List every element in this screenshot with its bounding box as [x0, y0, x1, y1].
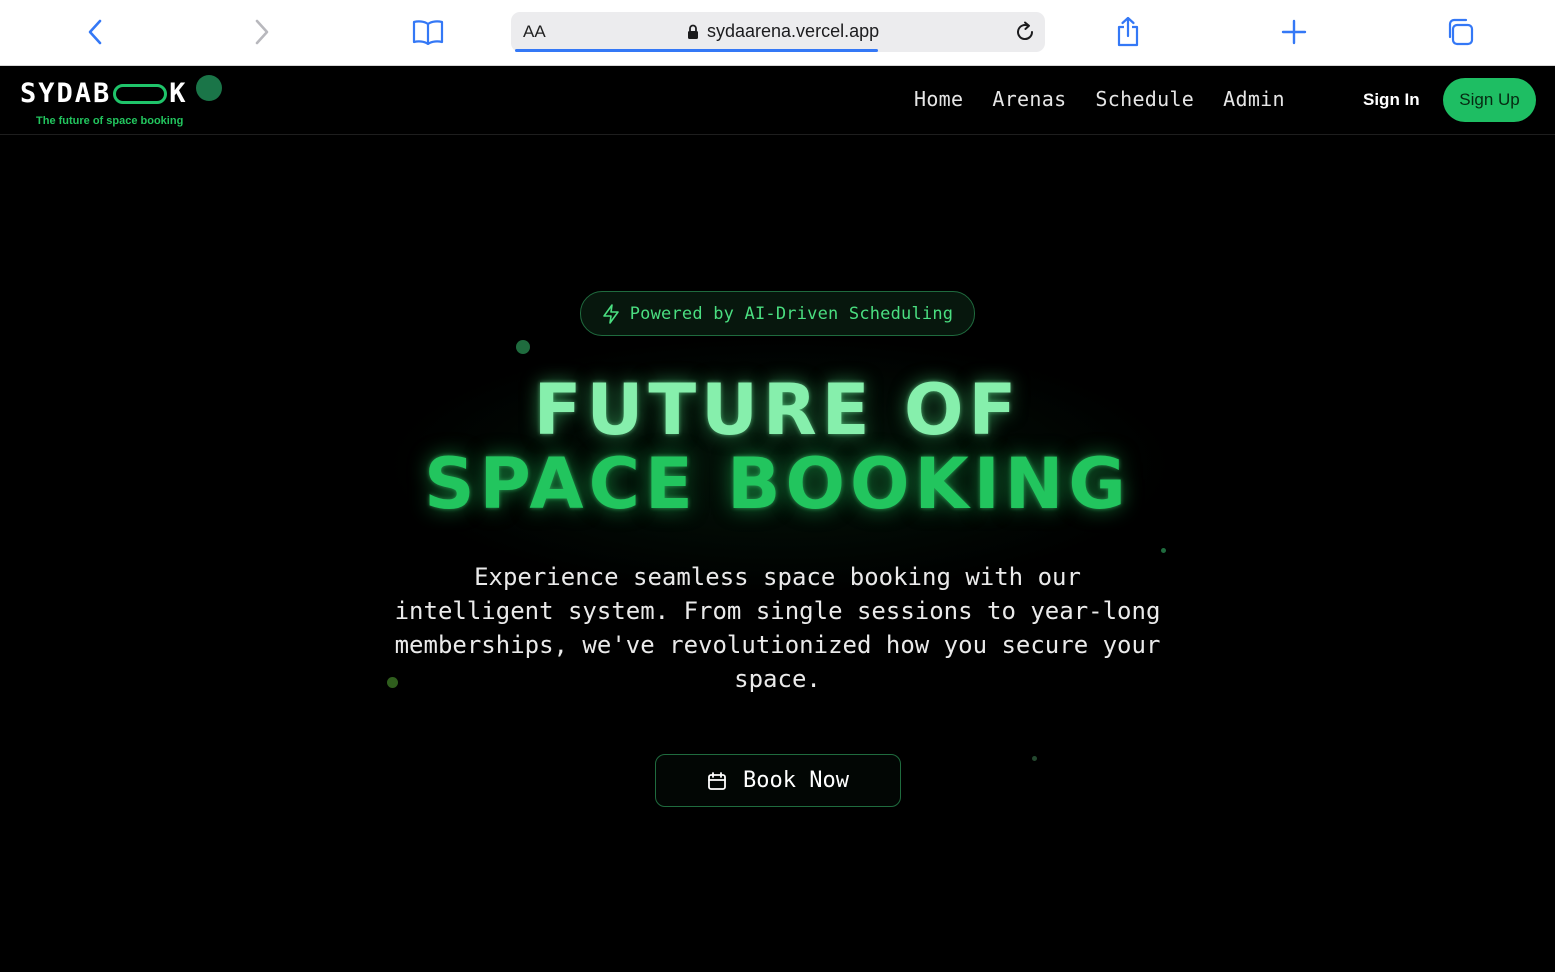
- plus-icon[interactable]: [1276, 14, 1312, 50]
- reader-aa-button[interactable]: AA: [523, 22, 546, 42]
- back-icon[interactable]: [78, 14, 114, 50]
- ai-scheduling-badge: Powered by AI-Driven Scheduling: [580, 291, 975, 336]
- share-icon[interactable]: [1110, 14, 1146, 50]
- sign-up-button[interactable]: Sign Up: [1443, 78, 1536, 122]
- logo-text-start: SYDAB: [20, 78, 112, 109]
- browser-toolbar: AA sydaarena.vercel.app: [0, 0, 1555, 66]
- sign-in-button[interactable]: Sign In: [1363, 90, 1420, 110]
- logo-tagline: The future of space booking: [36, 115, 184, 127]
- hero-title-line-1: FUTURE OF: [533, 369, 1022, 451]
- particle-dot: [1161, 548, 1166, 553]
- url-display[interactable]: sydaarena.vercel.app: [687, 21, 879, 42]
- lock-icon: [688, 24, 698, 39]
- hero-title: FUTURE OF SPACE BOOKING: [0, 373, 1555, 521]
- nav-home[interactable]: Home: [914, 87, 963, 111]
- particle-dot: [1032, 756, 1037, 761]
- page-load-progress: [515, 49, 878, 52]
- reader-book-icon[interactable]: [410, 14, 446, 50]
- hero-title-line-2: SPACE BOOKING: [424, 443, 1131, 525]
- nav-arenas[interactable]: Arenas: [992, 87, 1066, 111]
- hero-section: Powered by AI-Driven Scheduling FUTURE O…: [0, 135, 1555, 972]
- logo-text-end: K: [169, 78, 188, 109]
- main-nav: Home Arenas Schedule Admin: [914, 87, 1285, 111]
- site-header: SYDAB K The future of space booking Home…: [0, 66, 1555, 135]
- badge-text: Powered by AI-Driven Scheduling: [629, 303, 954, 324]
- particle-dot: [516, 340, 530, 354]
- book-now-label: Book Now: [743, 768, 849, 793]
- tabs-icon[interactable]: [1442, 14, 1478, 50]
- forward-icon[interactable]: [243, 14, 279, 50]
- address-bar[interactable]: AA sydaarena.vercel.app: [511, 12, 1045, 52]
- logo-pill-icon: [113, 83, 168, 104]
- logo-dot-icon: [196, 75, 222, 101]
- reload-icon[interactable]: [1013, 20, 1037, 44]
- calendar-icon: [708, 771, 726, 790]
- book-now-button[interactable]: Book Now: [655, 754, 901, 807]
- nav-admin[interactable]: Admin: [1223, 87, 1285, 111]
- logo-wordmark: SYDAB K: [20, 78, 188, 109]
- hero-description: Experience seamless space booking with o…: [394, 563, 1161, 693]
- lightning-icon: [602, 303, 619, 324]
- site-logo[interactable]: SYDAB K The future of space booking: [20, 74, 230, 130]
- url-text: sydaarena.vercel.app: [707, 21, 880, 41]
- nav-schedule[interactable]: Schedule: [1095, 87, 1194, 111]
